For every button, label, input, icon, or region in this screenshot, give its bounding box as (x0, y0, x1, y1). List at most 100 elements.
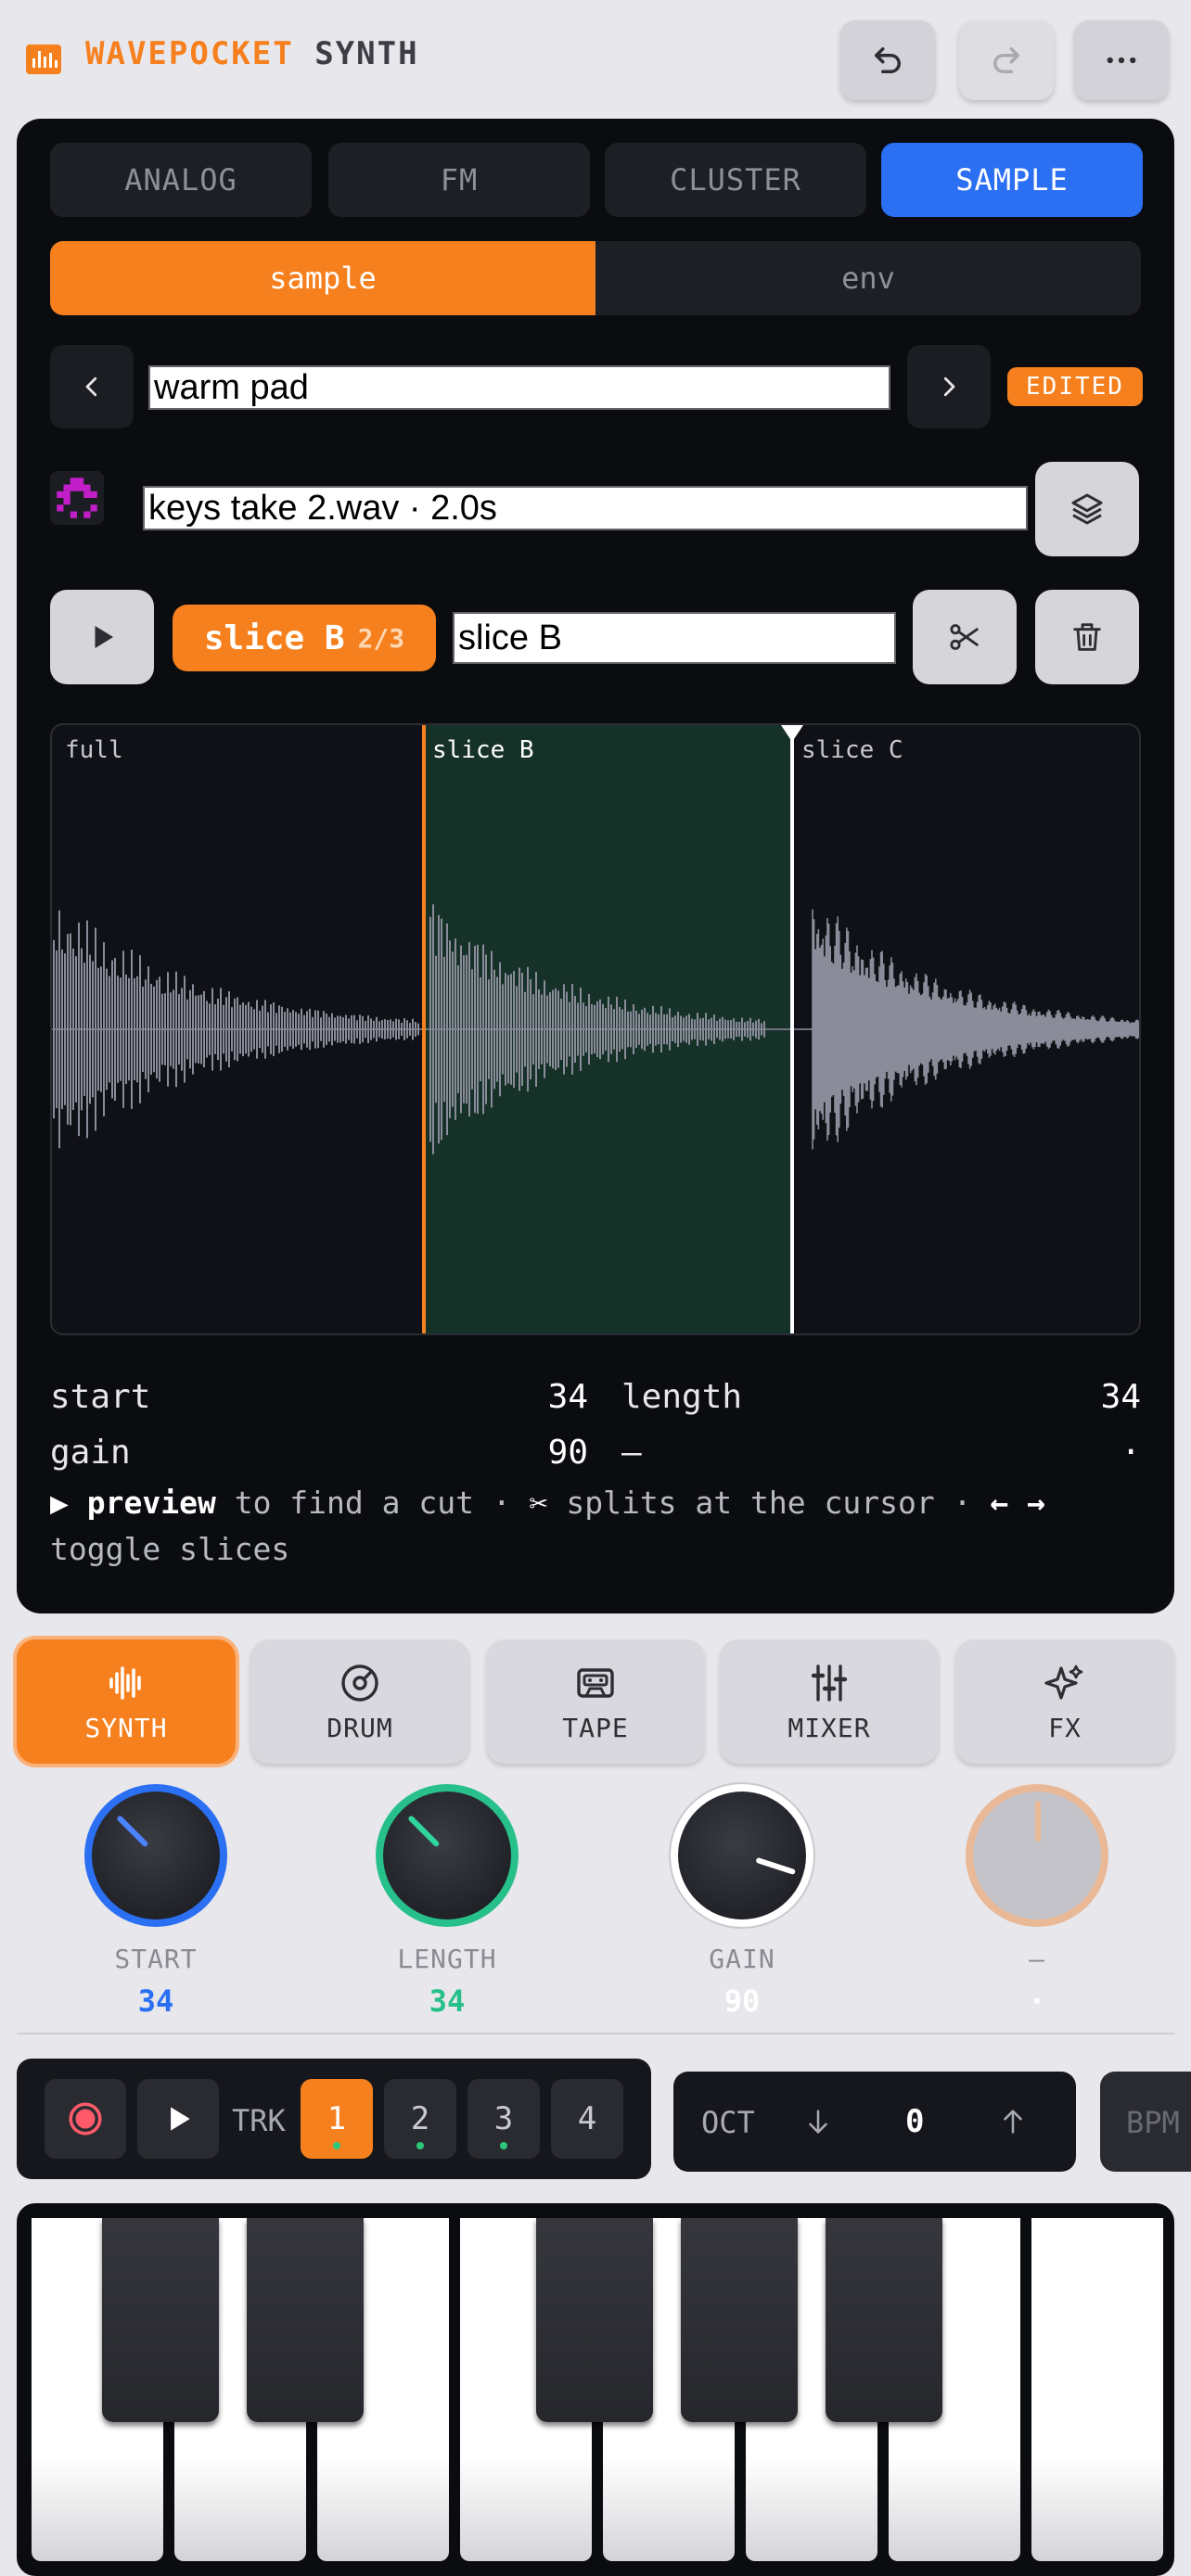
mode-tab-mixer[interactable]: MIXER (720, 1639, 939, 1764)
drum-disc-icon (338, 1661, 382, 1705)
hint-part-1: to find a cut · (235, 1485, 511, 1521)
white-key[interactable] (1031, 2218, 1163, 2561)
track-number: 2 (411, 2100, 429, 2137)
mode-tab-drum[interactable]: DRUM (250, 1639, 469, 1764)
track-button-3[interactable]: 3 (467, 2079, 540, 2159)
delete-slice-button[interactable] (1035, 590, 1139, 684)
mode-tab-label: SYNTH (84, 1713, 167, 1743)
record-button[interactable] (45, 2079, 126, 2159)
sliders-icon (807, 1661, 852, 1705)
sub-tab-env[interactable]: env (596, 241, 1141, 315)
divider (17, 2033, 1174, 2034)
knob-label: — (935, 1944, 1139, 1974)
more-button[interactable] (1074, 20, 1169, 100)
hint-text: ▶ preview to find a cut · ✂ splits at th… (50, 1480, 1126, 1573)
knob-value: 90 (640, 1983, 844, 2019)
waveform-svg (52, 725, 1139, 1333)
mode-tab-fx[interactable]: FX (955, 1639, 1174, 1764)
hint-preview: preview (87, 1485, 216, 1521)
black-key[interactable] (102, 2218, 219, 2422)
sample-file-field[interactable]: keys take 2.wav · 2.0s (143, 486, 1028, 530)
mode-tab-synth[interactable]: SYNTH (17, 1639, 236, 1764)
sub-tab-segment: sample env (50, 241, 1141, 315)
layers-button[interactable] (1035, 462, 1139, 556)
knob-ring[interactable] (671, 1784, 813, 1927)
sub-tab-sample[interactable]: sample (50, 241, 596, 315)
knob-empty[interactable]: — · (935, 1784, 1139, 2019)
knob-ring[interactable] (84, 1784, 227, 1927)
hint-part-2: splits at the cursor · (566, 1485, 971, 1521)
start-param-label: start (50, 1378, 150, 1416)
play-button[interactable] (137, 2079, 219, 2159)
tab-analog[interactable]: ANALOG (50, 143, 312, 217)
track-number: 4 (578, 2100, 596, 2137)
black-key[interactable] (681, 2218, 798, 2422)
sample-avatar-icon (50, 471, 104, 525)
trash-icon (1069, 618, 1106, 656)
prev-preset-button[interactable] (50, 345, 134, 428)
play-icon (160, 2101, 196, 2136)
slice-label-b: slice B (432, 736, 534, 764)
tab-fm[interactable]: FM (328, 143, 590, 217)
play-slice-button[interactable] (50, 590, 154, 684)
knob-start[interactable]: START 34 (54, 1784, 258, 2019)
hint-arrows: ← → (990, 1485, 1045, 1521)
knob-label: START (54, 1944, 258, 1974)
track-button-1[interactable]: 1 (301, 2079, 373, 2159)
slice-chip-label: slice B (204, 619, 345, 657)
octave-up-button[interactable] (987, 2098, 1039, 2146)
black-key[interactable] (826, 2218, 942, 2422)
knob-ring[interactable] (376, 1784, 519, 1927)
gain-param-value: 90 (480, 1434, 588, 1472)
sample-editor-panel: ANALOG FM CLUSTER SAMPLE sample env warm… (17, 119, 1174, 1613)
empty-param-label: — (621, 1434, 642, 1472)
redo-button[interactable] (959, 20, 1054, 100)
mode-tab-label: DRUM (327, 1713, 392, 1743)
track-number: 1 (327, 2100, 346, 2137)
black-key[interactable] (247, 2218, 364, 2422)
preset-name-field[interactable]: warm pad (148, 365, 890, 410)
brand-secondary: SYNTH (314, 35, 418, 72)
gain-param-label: gain (50, 1434, 131, 1472)
black-key[interactable] (536, 2218, 653, 2422)
pixel-sprite-icon (50, 471, 104, 525)
track-button-4[interactable]: 4 (551, 2079, 623, 2159)
empty-param-value: · (1037, 1434, 1141, 1472)
knob-label: GAIN (640, 1944, 844, 1974)
slice-selector-chip[interactable]: slice B 2/3 (173, 605, 436, 671)
mode-tab-tape[interactable]: TAPE (486, 1639, 705, 1764)
chevron-left-icon (78, 373, 106, 401)
knob-gain[interactable]: GAIN 90 (640, 1784, 844, 2019)
knob-length[interactable]: LENGTH 34 (345, 1784, 549, 2019)
waveform-hit (813, 910, 1139, 1150)
slice-name-field[interactable]: slice B (453, 612, 896, 664)
hint-scissors: ✂ (530, 1485, 548, 1521)
slice-label-full: full (65, 736, 123, 764)
redo-icon (987, 41, 1026, 80)
arrow-down-icon (802, 2106, 834, 2137)
app-header: WAVEPOCKET SYNTH (0, 0, 1191, 119)
record-icon (66, 2099, 105, 2138)
slice-chip-count: 2/3 (358, 623, 405, 654)
edited-badge: EDITED (1007, 367, 1143, 406)
tab-sample[interactable]: SAMPLE (881, 143, 1143, 217)
track-number: 3 (494, 2100, 513, 2137)
bpm-control[interactable]: BPM (1100, 2072, 1191, 2172)
track-label: TRK (232, 2103, 286, 2138)
undo-button[interactable] (840, 20, 935, 100)
track-button-2[interactable]: 2 (384, 2079, 456, 2159)
knob-ring[interactable] (966, 1784, 1108, 1927)
waveform-view[interactable]: full slice B slice C (50, 723, 1141, 1335)
brand-primary: WAVEPOCKET (85, 35, 294, 72)
piano-keyboard (17, 2203, 1174, 2576)
next-preset-button[interactable] (907, 345, 991, 428)
play-icon (85, 620, 119, 654)
transport-bar: TRK 1 2 3 4 (17, 2059, 651, 2179)
octave-down-button[interactable] (792, 2098, 844, 2146)
octave-control: OCT 0 (673, 2072, 1076, 2172)
mode-tab-label: FX (1048, 1713, 1082, 1743)
split-slice-button[interactable] (913, 590, 1017, 684)
sparkles-icon (1043, 1661, 1087, 1705)
cassette-icon (573, 1661, 618, 1705)
tab-cluster[interactable]: CLUSTER (605, 143, 866, 217)
